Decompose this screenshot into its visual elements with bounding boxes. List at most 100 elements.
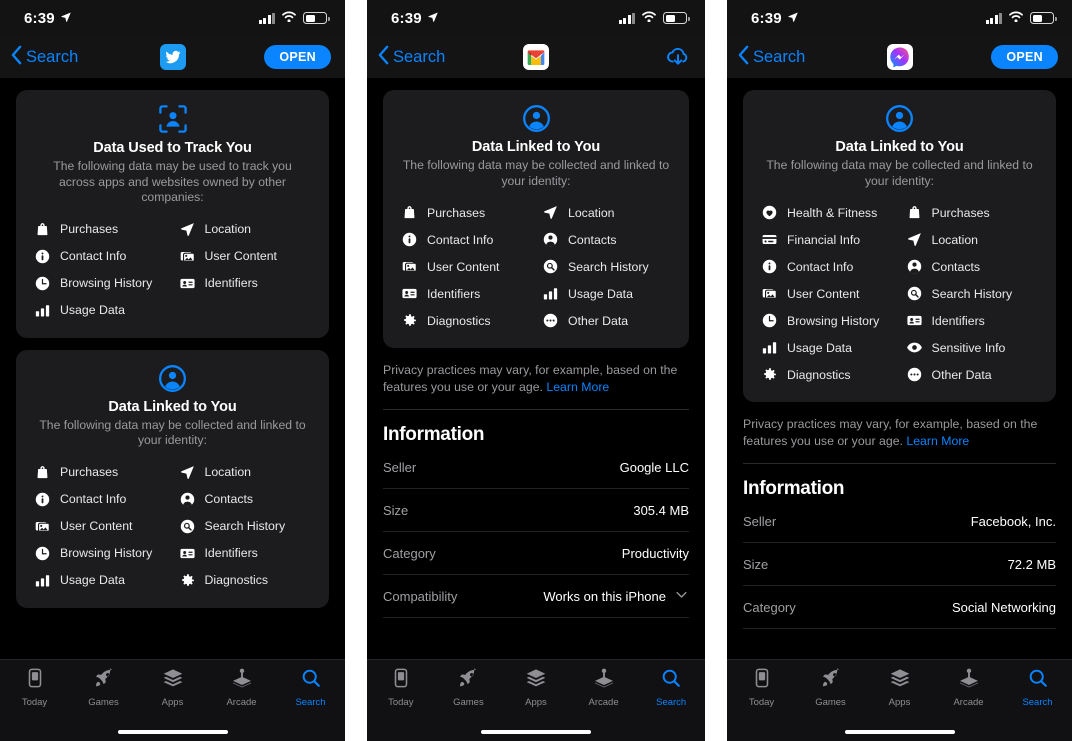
info-row-key: Size: [743, 556, 769, 572]
privacy-data-label: Contacts: [204, 492, 254, 506]
location-arrow-icon: [906, 231, 923, 248]
privacy-data-item: Purchases: [401, 199, 536, 226]
credit-card-icon: [761, 231, 778, 248]
info-row-key: Size: [383, 502, 409, 518]
chevron-down-icon[interactable]: [674, 587, 689, 605]
privacy-data-label: Purchases: [931, 205, 990, 220]
signal-bars-icon: [985, 12, 1002, 24]
magnifier-circle-icon: [906, 285, 923, 302]
privacy-data-label: Location: [568, 205, 615, 220]
info-circle-icon: [401, 231, 418, 248]
privacy-data-label: Purchases: [60, 465, 119, 479]
cloud-download-icon[interactable]: [665, 44, 691, 70]
back-to-search-button[interactable]: Search: [10, 45, 78, 70]
privacy-data-item: Contacts: [542, 226, 677, 253]
tab-today[interactable]: Today: [372, 667, 430, 708]
tab-apps[interactable]: Apps: [871, 667, 929, 708]
privacy-data-item: Location: [179, 216, 318, 243]
home-indicator[interactable]: [481, 729, 591, 735]
chevron-left-icon: [10, 45, 23, 70]
privacy-data-label: Sensitive Info: [931, 340, 1006, 355]
tab-search[interactable]: Search: [282, 667, 340, 708]
back-to-search-button[interactable]: Search: [737, 45, 805, 70]
panel-gap: [345, 0, 367, 741]
privacy-data-item: Health & Fitness: [761, 199, 900, 226]
learn-more-link[interactable]: Learn More: [546, 380, 609, 394]
app-icon[interactable]: [523, 44, 549, 70]
privacy-data-label: Search History: [931, 286, 1013, 301]
privacy-data-label: Usage Data: [60, 303, 125, 317]
info-row-value: Works on this iPhone: [543, 588, 666, 604]
privacy-data-label: User Content: [204, 249, 277, 263]
tab-today[interactable]: Today: [733, 667, 791, 708]
nav-bar: Search OPEN: [727, 36, 1072, 78]
home-indicator[interactable]: [117, 729, 228, 735]
layers-icon: [525, 667, 547, 694]
home-indicator[interactable]: [844, 729, 955, 735]
privacy-data-label: Contact Info: [60, 492, 127, 506]
tab-games[interactable]: Games: [75, 667, 133, 708]
privacy-data-label: Purchases: [427, 205, 486, 220]
info-circle-icon: [34, 491, 51, 508]
privacy-data-item: Diagnostics: [179, 567, 318, 594]
tab-search[interactable]: Search: [1009, 667, 1067, 708]
tab-label: Games: [453, 697, 484, 708]
info-circle-icon: [761, 258, 778, 275]
learn-more-link[interactable]: Learn More: [906, 434, 969, 448]
tab-today[interactable]: Today: [6, 667, 64, 708]
ellipsis-circle-icon: [542, 312, 559, 329]
tab-games[interactable]: Games: [439, 667, 497, 708]
tab-label: Search: [1022, 697, 1053, 708]
today-icon: [24, 667, 46, 694]
privacy-data-label: Identifiers: [931, 313, 985, 328]
scroll-content[interactable]: Data Linked to You The following data may…: [367, 78, 705, 659]
privacy-card-title: Data Used to Track You: [93, 140, 252, 156]
tab-label: Search: [295, 697, 326, 708]
tab-label: Games: [88, 697, 119, 708]
nav-bar: Search: [367, 36, 705, 78]
id-card-icon: [179, 275, 196, 292]
tab-arcade[interactable]: Arcade: [940, 667, 998, 708]
layers-icon: [889, 667, 911, 694]
privacy-data-label: Other Data: [931, 367, 992, 382]
privacy-data-item: Location: [906, 226, 1045, 253]
privacy-data-item: Usage Data: [34, 297, 173, 324]
search-icon: [660, 667, 682, 694]
tab-apps[interactable]: Apps: [144, 667, 202, 708]
tab-search[interactable]: Search: [642, 667, 700, 708]
privacy-data-label: Search History: [204, 519, 286, 533]
privacy-data-label: Usage Data: [60, 573, 125, 587]
tab-arcade[interactable]: Arcade: [213, 667, 271, 708]
scroll-content[interactable]: Data Linked to You The following data may…: [727, 78, 1072, 659]
photo-stack-icon: [761, 285, 778, 302]
person-circle-icon: [906, 258, 923, 275]
gear-icon: [761, 366, 778, 383]
tab-arcade[interactable]: Arcade: [575, 667, 633, 708]
privacy-card-subtitle: The following data may be collected and …: [402, 158, 670, 188]
privacy-card: Data Linked to You The following data may…: [383, 90, 689, 348]
joystick-icon: [958, 667, 980, 694]
open-button[interactable]: OPEN: [991, 45, 1058, 69]
photo-stack-icon: [401, 258, 418, 275]
info-row-value: 72.2 MB: [1007, 556, 1056, 572]
tab-apps[interactable]: Apps: [507, 667, 565, 708]
id-card-icon: [401, 285, 418, 302]
info-row: Seller Google LLC: [383, 446, 689, 489]
status-time: 6:39: [24, 10, 72, 27]
privacy-data-item: Location: [179, 459, 318, 486]
back-to-search-button[interactable]: Search: [377, 45, 445, 70]
app-icon[interactable]: [886, 44, 913, 70]
app-icon[interactable]: [159, 44, 186, 70]
privacy-data-label: Usage Data: [787, 340, 852, 355]
privacy-data-item: Browsing History: [34, 540, 173, 567]
scroll-content[interactable]: Data Used to Track You The following data…: [0, 78, 345, 659]
info-row[interactable]: Compatibility Works on this iPhone: [383, 575, 689, 618]
open-button[interactable]: OPEN: [264, 45, 331, 69]
today-icon: [751, 667, 773, 694]
tab-games[interactable]: Games: [802, 667, 860, 708]
location-arrow-icon: [179, 464, 196, 481]
privacy-data-label: Location: [204, 465, 252, 479]
heart-circle-icon: [761, 204, 778, 221]
privacy-card-title: Data Linked to You: [108, 398, 237, 415]
person-circle-icon: [395, 104, 677, 133]
